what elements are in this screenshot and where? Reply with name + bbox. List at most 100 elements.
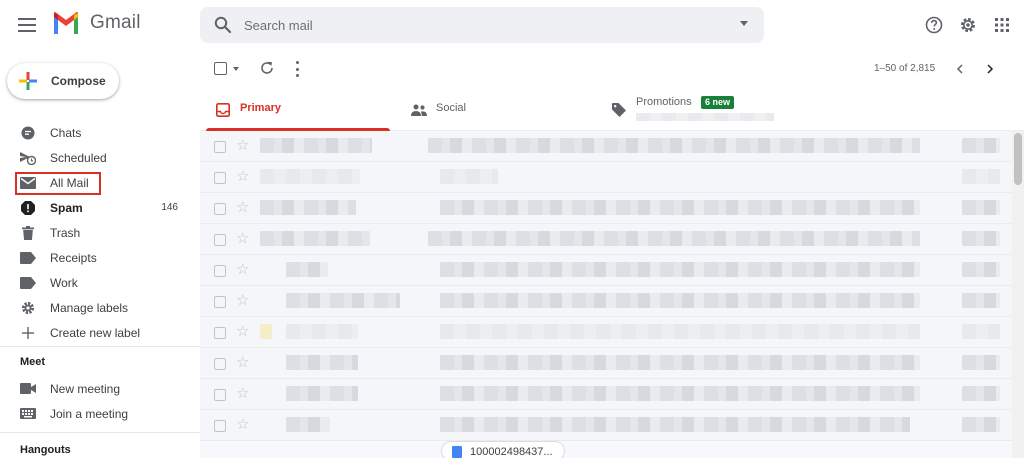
attachment-label: 100002498437... [470,446,553,458]
row-checkbox[interactable] [214,327,226,339]
more-options-icon[interactable] [294,61,300,77]
sidebar-item-join-meeting[interactable]: Join a meeting [0,401,200,426]
table-row[interactable]: ☆ [200,317,1012,348]
message-list-scrollbar[interactable] [1012,131,1024,458]
star-icon[interactable]: ☆ [236,230,249,248]
sender-blurred [260,169,360,184]
tab-primary[interactable]: Primary [200,88,396,131]
row-checkbox[interactable] [214,141,226,153]
sidebar-item-chats[interactable]: Chats [0,120,200,145]
row-checkbox[interactable] [214,172,226,184]
sidebar-item-label: Chats [50,125,82,140]
help-button[interactable] [923,14,945,36]
table-row[interactable]: ☆ [200,255,1012,286]
row-checkbox[interactable] [214,296,226,308]
star-icon[interactable]: ☆ [236,354,249,372]
select-menu-caret-icon[interactable] [233,67,239,71]
sender-avatar-blurred [260,324,272,339]
spam-icon [20,200,36,216]
star-icon[interactable]: ☆ [236,137,249,155]
category-tabs: Primary Social Promotions 6 new [200,88,1024,131]
trash-icon [20,225,36,241]
newer-page-button[interactable] [953,62,965,76]
plus-icon [20,325,36,341]
date-blurred [962,324,1000,339]
scrollbar-thumb[interactable] [1014,133,1022,185]
sidebar-item-label: Work [50,275,78,290]
sender-blurred [260,231,370,246]
star-icon[interactable]: ☆ [236,261,249,279]
search-options-caret-icon[interactable] [740,21,748,26]
row-checkbox[interactable] [214,420,226,432]
sidebar-item-receipts[interactable]: Receipts [0,245,200,270]
scheduled-icon [20,150,36,166]
table-row[interactable]: ☆ [200,286,1012,317]
star-icon[interactable]: ☆ [236,323,249,341]
sidebar-item-create-new-label[interactable]: Create new label [0,320,200,345]
table-row[interactable]: ☆ [200,379,1012,410]
table-row[interactable]: ☆ [200,348,1012,379]
date-blurred [962,231,1000,246]
compose-label: Compose [51,74,106,88]
settings-icon [961,18,975,32]
attachment-chip[interactable]: 100002498437... [441,441,565,458]
row-checkbox[interactable] [214,203,226,215]
row-checkbox[interactable] [214,389,226,401]
tab-label: Primary [240,102,281,114]
gmail-logo[interactable]: Gmail [52,12,141,34]
star-icon[interactable]: ☆ [236,199,249,217]
label-icon [20,250,36,266]
table-row[interactable]: ☆ [200,224,1012,255]
date-blurred [962,355,1000,370]
sidebar-item-spam[interactable]: Spam 146 [0,195,200,220]
subject-blurred [440,169,498,184]
search-bar[interactable] [200,7,764,43]
sidebar-divider [0,346,200,347]
row-checkbox[interactable] [214,358,226,370]
tab-social[interactable]: Social [396,88,596,131]
sidebar-item-scheduled[interactable]: Scheduled [0,145,200,170]
sidebar: Compose Chats Scheduled All Mail Spam 14… [0,50,200,458]
star-icon[interactable]: ☆ [236,168,249,186]
compose-button[interactable]: Compose [7,63,119,99]
search-input[interactable] [244,7,714,43]
table-row[interactable]: ☆ [200,131,1012,162]
sidebar-divider [0,432,200,433]
sidebar-item-label: Scheduled [50,150,107,165]
sender-blurred [260,138,372,153]
sender-blurred [260,200,356,215]
sidebar-item-trash[interactable]: Trash [0,220,200,245]
sidebar-item-work[interactable]: Work [0,270,200,295]
chevron-right-icon [986,64,993,74]
search-icon[interactable] [214,16,232,34]
menu-icon [18,18,36,32]
table-row[interactable]: ☆ [200,410,1012,441]
chevron-left-icon [956,64,963,74]
sidebar-item-manage-labels[interactable]: Manage labels [0,295,200,320]
tab-label: Promotions [636,96,692,108]
star-icon[interactable]: ☆ [236,292,249,310]
main-menu-button[interactable] [15,13,39,37]
older-page-button[interactable] [984,62,996,76]
row-checkbox[interactable] [214,234,226,246]
table-row[interactable]: ☆ [200,193,1012,224]
gmail-m-icon [54,12,78,34]
app-name: Gmail [90,12,141,33]
apps-button[interactable] [991,14,1013,36]
table-row[interactable]: ☆ [200,162,1012,193]
date-blurred [962,262,1000,277]
sidebar-item-label: Create new label [50,325,141,340]
tab-promotions[interactable] [596,88,796,131]
sender-blurred [286,262,328,277]
row-checkbox[interactable] [214,265,226,277]
subject-blurred [440,386,920,401]
date-blurred [962,386,1000,401]
chat-icon [20,125,36,141]
refresh-icon[interactable] [260,61,274,75]
select-all-checkbox[interactable] [214,62,227,75]
star-icon[interactable]: ☆ [236,385,249,403]
settings-button[interactable] [957,14,979,36]
star-icon[interactable]: ☆ [236,416,249,434]
sidebar-item-new-meeting[interactable]: New meeting [0,376,200,401]
people-icon [411,102,427,118]
